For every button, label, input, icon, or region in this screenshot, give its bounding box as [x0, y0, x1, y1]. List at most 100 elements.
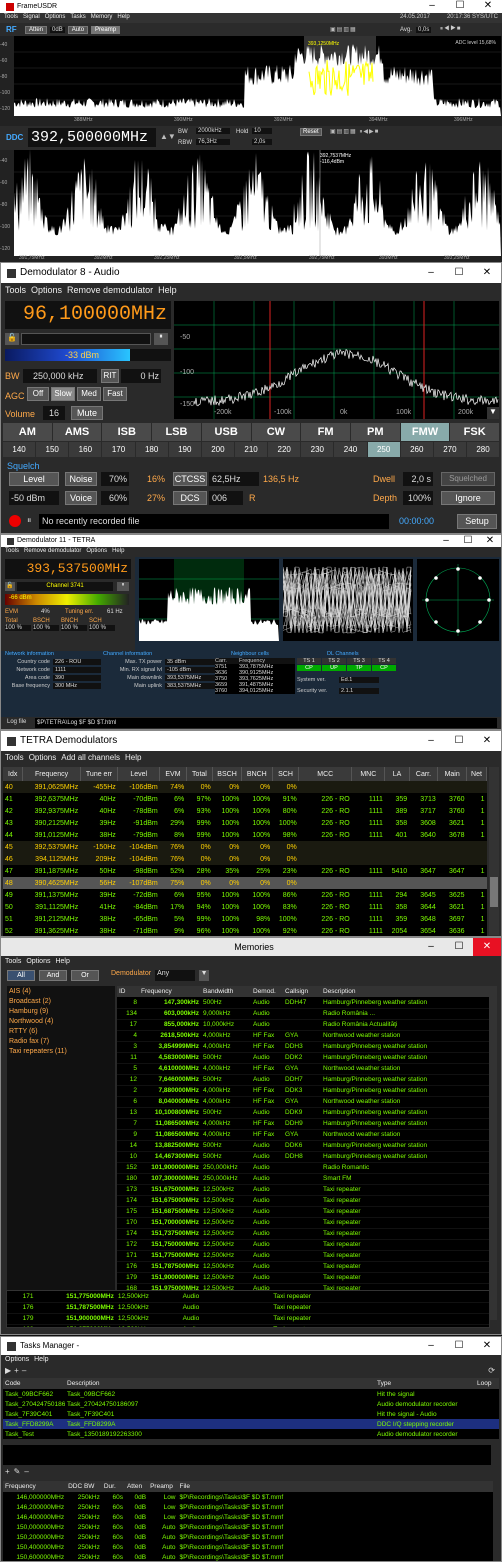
- column-header[interactable]: ID: [117, 986, 139, 997]
- dcs-button[interactable]: DCS: [173, 491, 207, 505]
- bw-180-button[interactable]: 180: [135, 442, 168, 457]
- column-header[interactable]: SCH: [272, 767, 300, 781]
- column-header[interactable]: File: [178, 1481, 493, 1492]
- table-row[interactable]: 40 391,0625MHz -455Hz -106dBm 74% 0% 0% 0% 0%: [3, 781, 487, 793]
- refresh-icon[interactable]: ⟳: [488, 1366, 495, 1375]
- menu-add-all-channels[interactable]: Add all channels: [61, 753, 120, 764]
- scrollbar-thumb[interactable]: [490, 877, 498, 907]
- bw-190-button[interactable]: 190: [168, 442, 201, 457]
- add-icon[interactable]: +: [14, 1366, 19, 1378]
- menu-tasks[interactable]: Tasks: [70, 14, 85, 22]
- rf-tool-icons[interactable]: ▣▤▥▦: [330, 26, 357, 33]
- column-header[interactable]: EVM: [159, 767, 187, 781]
- close-icon[interactable]: ✕: [473, 938, 501, 956]
- maximize-icon[interactable]: ☐: [446, 0, 474, 13]
- table-row[interactable]: 150,400000MHz 250kHz 60s 0dB Auto $P\Recordin…: [3, 1542, 493, 1552]
- menu-tools[interactable]: Tools: [5, 753, 24, 764]
- play-icon[interactable]: ▶: [5, 1366, 11, 1378]
- column-header[interactable]: Tune err: [80, 767, 119, 781]
- table-row[interactable]: Task_Test Task_1350189192263300 Audio demo…: [3, 1429, 499, 1439]
- bw-250-button[interactable]: 250: [367, 442, 400, 457]
- log-file-input[interactable]: $P\TETRA\Log $F $D $T.html: [35, 718, 497, 728]
- close-icon[interactable]: ✕: [473, 1337, 501, 1355]
- table-row[interactable]: 14 13,882500MHz 500Hz Audio DDK6 Hamburg/Pinn…: [117, 1140, 489, 1152]
- table-row[interactable]: 46 394,1125MHz 209Hz -104dBm 76% 0% 0% 0% 0%: [3, 853, 487, 865]
- column-header[interactable]: Carr.: [409, 767, 439, 781]
- table-row[interactable]: 146,400000MHz 250kHz 60s 0dB Low $P\Recording…: [3, 1512, 493, 1522]
- menu-options[interactable]: Options: [31, 285, 62, 296]
- mode-am-button[interactable]: AM: [3, 423, 52, 441]
- rit-button[interactable]: RIT: [101, 369, 119, 383]
- table-row[interactable]: 4 2618,500kHz 4,000kHz HF Fax GYA Northwood w…: [117, 1030, 489, 1042]
- rf-spectrum[interactable]: [14, 36, 501, 116]
- tetra-frequency[interactable]: 393,537500MHz: [5, 559, 131, 579]
- column-header[interactable]: Net: [466, 767, 487, 781]
- column-header[interactable]: Dur.: [102, 1481, 125, 1492]
- table-row[interactable]: 150,600000MHz 250kHz 60s 0dB Auto $P\Recordin…: [3, 1552, 493, 1561]
- menu-help[interactable]: Help: [125, 753, 141, 764]
- close-icon[interactable]: ✕: [473, 263, 501, 283]
- agc-slow-button[interactable]: Slow: [51, 387, 75, 401]
- chevron-down-icon[interactable]: ▼: [487, 407, 499, 419]
- table-row[interactable]: Task_7F39C401 Task_7F39C401 Hit the signal…: [3, 1409, 499, 1419]
- table-row[interactable]: 5 4,610000MHz 4,000kHz HF Fax GYA Northwood w…: [117, 1063, 489, 1075]
- menu-tools[interactable]: Tools: [5, 958, 21, 967]
- table-row[interactable]: 51 391,2125MHz 38Hz -65dBm 5% 99% 100% 98% 100% 2…: [3, 913, 487, 925]
- table-row[interactable]: 52 391,3625MHz 38Hz -71dBm 9% 96% 100% 100% 92% 2…: [3, 925, 487, 936]
- bw-140-button[interactable]: 140: [3, 442, 36, 457]
- demod8-frequency[interactable]: 96,100000MHz: [5, 301, 171, 329]
- table-row[interactable]: 13 10,100800MHz 500Hz Audio DDK9 Hamburg/Pinn…: [117, 1107, 489, 1119]
- ddc-dropdown-icon[interactable]: ▲▼: [160, 132, 176, 141]
- memory-group-item[interactable]: AIS (4): [9, 987, 113, 997]
- table-row[interactable]: 6 8,040000MHz 4,000kHz HF Fax GYA Northwood w…: [117, 1096, 489, 1108]
- demod-filter-select[interactable]: Any: [155, 970, 196, 981]
- noise-input[interactable]: 70%: [101, 472, 129, 486]
- edit-subtask-icon[interactable]: ✎: [14, 1467, 21, 1476]
- table-row[interactable]: 179 151,900000MHz 12,500kHz Audio Taxi repea…: [7, 1313, 489, 1325]
- menu-options[interactable]: Options: [45, 14, 66, 22]
- table-row[interactable]: 2 7,880000MHz 4,000kHz HF Fax DDK3 Hamburg/Pi…: [117, 1085, 489, 1097]
- menu-tools[interactable]: Tools: [5, 285, 26, 296]
- table-row[interactable]: 8 147,300kHz 500Hz Audio DDH47 Hamburg/Pinneb…: [117, 997, 489, 1009]
- maximize-icon[interactable]: ☐: [445, 731, 473, 751]
- table-row[interactable]: 10 14,467300MHz 500Hz Audio DDH8 Hamburg/Pinn…: [117, 1151, 489, 1163]
- column-header[interactable]: Demod.: [251, 986, 283, 997]
- mode-ams-button[interactable]: AMS: [52, 423, 102, 441]
- memory-group-item[interactable]: Broadcast (2): [9, 997, 113, 1007]
- table-row[interactable]: 3 3,854999MHz 4,000kHz HF Fax DDH3 Hamburg/Pi…: [117, 1041, 489, 1053]
- column-header[interactable]: Description: [321, 986, 489, 997]
- voice-button[interactable]: Voice: [65, 491, 97, 505]
- menu-options[interactable]: Options: [26, 958, 50, 967]
- table-row[interactable]: 48 390,4625MHz 56Hz -107dBm 75% 0% 0% 0% 0%: [3, 877, 487, 889]
- table-row[interactable]: 42 392,9375MHz 40Hz -78dBm 6% 93% 100% 100% 80% 2…: [3, 805, 487, 817]
- table-row[interactable]: 170 151,700000MHz 12,500kHz Audio Taxi repea…: [117, 1217, 489, 1229]
- agc-fast-button[interactable]: Fast: [103, 387, 127, 401]
- preamp-button[interactable]: Preamp: [91, 25, 121, 34]
- menu-help[interactable]: Help: [117, 14, 129, 22]
- mode-fm-button[interactable]: FM: [301, 423, 350, 441]
- column-header[interactable]: Main: [437, 767, 468, 781]
- mode-cw-button[interactable]: CW: [251, 423, 301, 441]
- memory-group-item[interactable]: Radio fax (7): [9, 1037, 113, 1047]
- menu-remove-demodulator[interactable]: Remove demodulator: [67, 285, 153, 296]
- column-header[interactable]: DDC BW: [66, 1481, 102, 1492]
- menu-help[interactable]: Help: [112, 548, 124, 556]
- atten-value[interactable]: 0dB: [50, 26, 65, 33]
- column-header[interactable]: Frequency: [3, 1481, 66, 1492]
- ctcss-button[interactable]: CTCSS: [173, 472, 207, 486]
- mode-fsk-button[interactable]: FSK: [450, 423, 500, 441]
- table-row[interactable]: Task_270424750186 Task_270424750186097 Aud…: [3, 1399, 499, 1409]
- maximize-icon[interactable]: ☐: [457, 535, 479, 547]
- filter-all-button[interactable]: All: [7, 970, 35, 981]
- scrollbar[interactable]: [489, 986, 497, 1320]
- table-row[interactable]: 150,200000MHz 250kHz 60s 0dB Auto $P\Recordin…: [3, 1532, 493, 1542]
- minimize-icon[interactable]: –: [417, 1337, 445, 1355]
- table-row[interactable]: 45 392,5375MHz -150Hz -104dBm 76% 0% 0% 0% 0%: [3, 841, 487, 853]
- column-header[interactable]: Total: [186, 767, 214, 781]
- table-row[interactable]: 43 390,2125MHz 39Hz -91dBm 29% 99% 100% 100% 100…: [3, 817, 487, 829]
- column-header[interactable]: Frequency: [22, 767, 81, 781]
- lock-icon[interactable]: 🔓: [5, 333, 19, 345]
- lock-icon[interactable]: 🔓: [5, 582, 15, 591]
- menu-options[interactable]: Options: [86, 548, 107, 556]
- menu-help[interactable]: Help: [34, 1356, 48, 1365]
